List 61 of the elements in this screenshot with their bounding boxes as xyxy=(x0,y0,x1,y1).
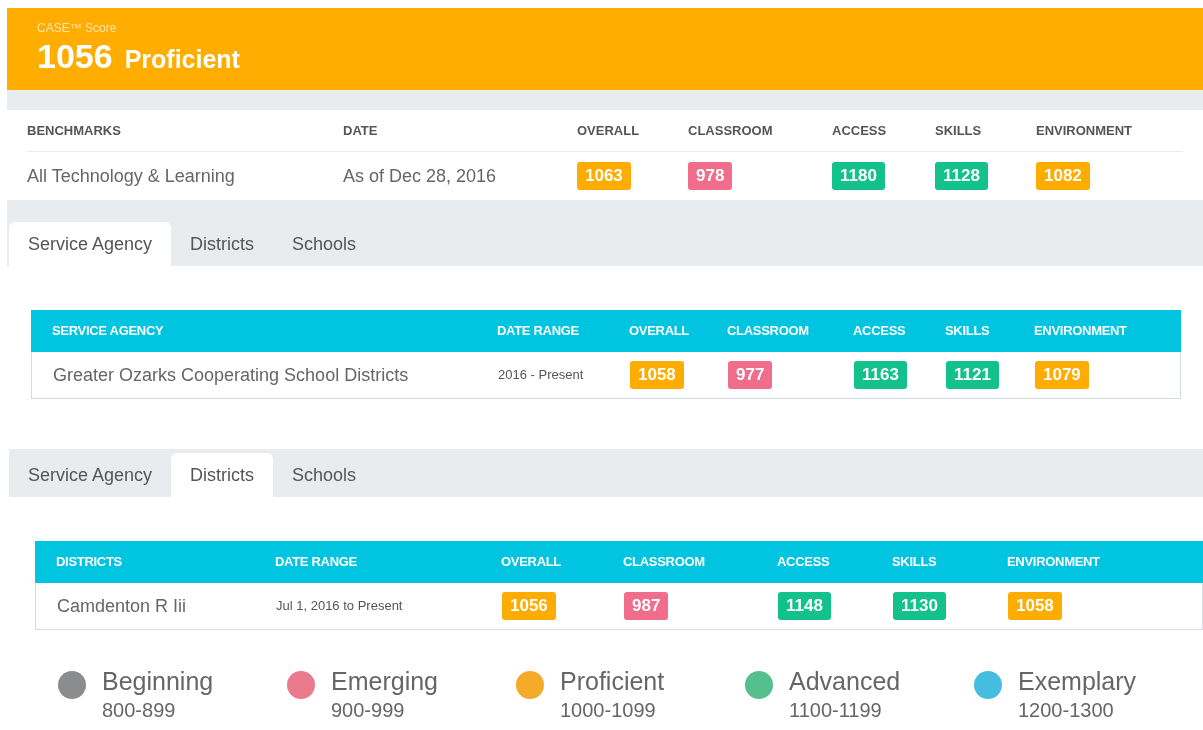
row-name: Greater Ozarks Cooperating School Districts xyxy=(53,363,410,387)
column-header: CLASSROOM xyxy=(623,553,706,572)
score-badge: 1056 xyxy=(502,592,556,620)
column-header: BENCHMARKS xyxy=(27,121,122,140)
column-header: ACCESS xyxy=(832,121,888,140)
score-badge: 1058 xyxy=(1008,592,1062,620)
score-badge: 977 xyxy=(728,361,773,389)
legend-label: Beginning xyxy=(102,666,214,696)
column-header: OVERALL xyxy=(629,322,690,341)
score-badge: 1121 xyxy=(946,361,999,389)
row-date: Jul 1, 2016 to Present xyxy=(276,597,404,616)
tab[interactable]: Districts xyxy=(171,453,274,497)
score-badge: 1130 xyxy=(893,592,946,620)
legend-label: Exemplary xyxy=(1018,666,1137,696)
legend-label: Emerging xyxy=(331,666,438,696)
legend-label: Advanced xyxy=(789,666,901,696)
column-header: SKILLS xyxy=(892,553,938,572)
legend-range: 800-899 xyxy=(102,698,177,723)
legend-range: 1200-1300 xyxy=(1018,698,1115,723)
column-header: OVERALL xyxy=(577,121,641,140)
legend-range: 1000-1099 xyxy=(560,698,657,723)
score-badge: 987 xyxy=(624,592,669,620)
column-header: ENVIRONMENT xyxy=(1007,553,1101,572)
score-badge: 1063 xyxy=(577,162,631,190)
column-header: SKILLS xyxy=(935,121,983,140)
column-header: ENVIRONMENT xyxy=(1034,322,1128,341)
column-header: CLASSROOM xyxy=(727,322,810,341)
column-header: ENVIRONMENT xyxy=(1036,121,1134,140)
column-header: ACCESS xyxy=(853,322,907,341)
legend-range: 900-999 xyxy=(331,698,406,723)
tab[interactable]: Service Agency xyxy=(9,453,172,497)
legend-label: Proficient xyxy=(560,666,665,696)
column-header: OVERALL xyxy=(501,553,562,572)
score-badge: 1148 xyxy=(778,592,831,620)
column-header: SERVICE AGENCY xyxy=(52,322,165,341)
score-badge: 1163 xyxy=(854,361,907,389)
score-badge: 978 xyxy=(688,162,733,190)
score-badge: 1180 xyxy=(832,162,885,190)
score-badge: 1128 xyxy=(935,162,988,190)
tab[interactable]: Schools xyxy=(273,453,376,497)
column-header: DATE RANGE xyxy=(275,553,358,572)
column-header: DATE RANGE xyxy=(497,322,580,341)
tab[interactable]: Districts xyxy=(171,222,274,266)
score-badge: 1058 xyxy=(630,361,684,389)
score-level: Proficient xyxy=(124,44,240,75)
column-header: DATE xyxy=(343,121,379,140)
score-badge: 1082 xyxy=(1036,162,1090,190)
score-label: CASE™ Score xyxy=(37,20,118,36)
row-name: All Technology & Learning xyxy=(27,164,236,188)
score-badge: 1079 xyxy=(1035,361,1089,389)
score-value: 1056 xyxy=(37,36,113,76)
row-date: 2016 - Present xyxy=(498,366,585,385)
tab[interactable]: Service Agency xyxy=(9,222,172,266)
column-header: DISTRICTS xyxy=(56,553,123,572)
tab[interactable]: Schools xyxy=(273,222,376,266)
column-header: SKILLS xyxy=(945,322,991,341)
legend-range: 1100-1199 xyxy=(789,698,883,723)
row-name: Camdenton R Iii xyxy=(57,594,188,618)
column-header: CLASSROOM xyxy=(688,121,774,140)
row-date: As of Dec 28, 2016 xyxy=(343,164,498,188)
column-header: ACCESS xyxy=(777,553,831,572)
